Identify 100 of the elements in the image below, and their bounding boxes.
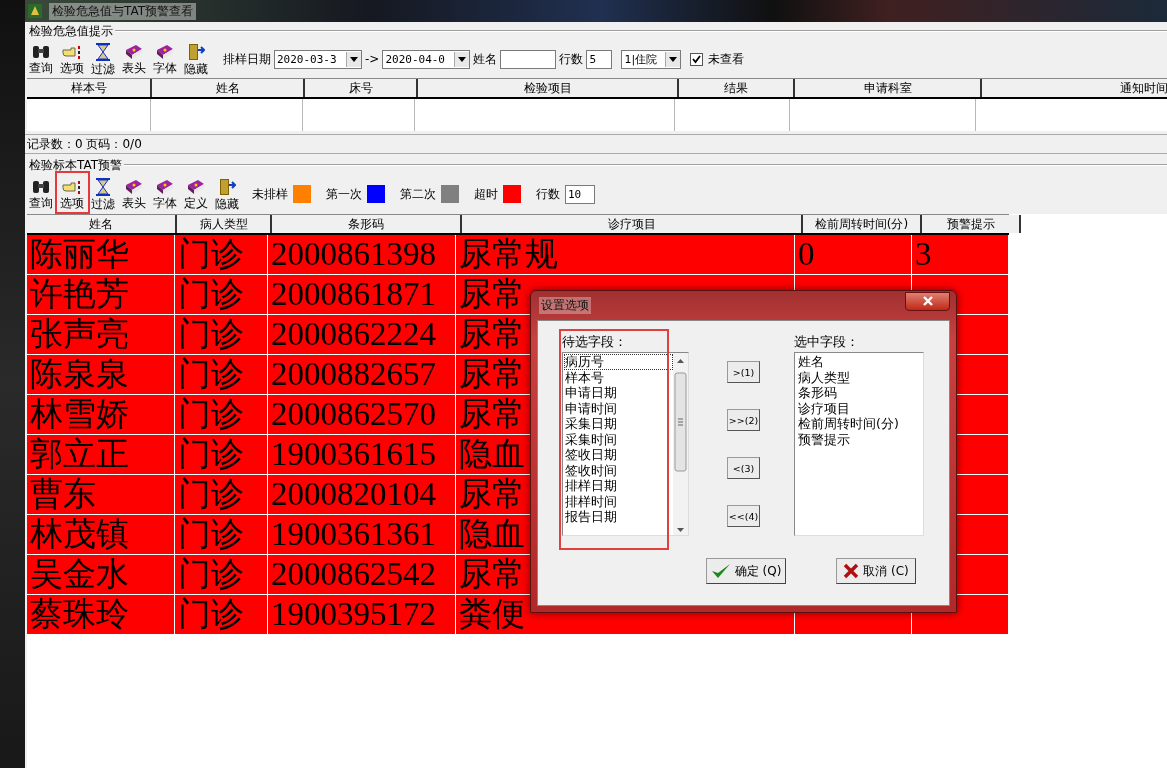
checkmark-icon [691, 53, 703, 65]
exit-door-icon [186, 42, 205, 61]
highlight-frame [55, 171, 90, 214]
hourglass-icon [94, 177, 111, 196]
toolbar-button[interactable]: 过滤 [87, 177, 118, 211]
legend-label: 未排样 [252, 185, 288, 203]
name-label: 姓名 [473, 50, 498, 68]
book-icon [123, 178, 144, 195]
column-header[interactable]: 预警提示 [922, 215, 1021, 233]
table-cell: 0 [798, 236, 815, 272]
column-header[interactable]: 检前周转时间(分) [803, 215, 922, 233]
list-item[interactable]: 姓名 [797, 354, 923, 370]
move-button[interactable]: >(1) [727, 361, 760, 383]
caret-icon [669, 56, 678, 62]
legend-label: 第一次 [326, 185, 362, 203]
column-header[interactable]: 姓名 [27, 215, 177, 233]
group-title: 检验危急值提示 [29, 22, 113, 40]
table-cell: 2000862570 [271, 396, 436, 432]
table-cell: 1900395172 [271, 596, 436, 632]
list-item[interactable]: 病历号 [564, 354, 673, 370]
date-to-field[interactable]: 2020-04-0 [382, 49, 471, 69]
toolbar-button[interactable]: 表头 [118, 178, 149, 210]
table-cell: 门诊 [178, 596, 244, 632]
rows-field[interactable]: 10 [565, 184, 595, 204]
rows-label: 行数 [536, 185, 560, 203]
move-button[interactable]: <(3) [727, 457, 760, 479]
list-item[interactable]: 诊疗项目 [797, 400, 923, 416]
table-cell: 尿常规 [459, 236, 558, 272]
available-fields-list[interactable]: 病历号 样本号 申请日期 申请时间 采集日期 采集时间 签收日期 签收时间 排样日期 排样时间 报告日期 [562, 352, 689, 536]
legend-label: 超时 [474, 185, 498, 203]
book-icon [154, 43, 175, 60]
close-button[interactable] [905, 291, 950, 311]
record-count: 记录数：0 页码：0/0 [27, 135, 142, 153]
toolbar-button[interactable]: 隐藏 [180, 42, 211, 76]
name-field[interactable] [500, 49, 557, 69]
toolbar-button[interactable]: 查询 [25, 43, 56, 75]
pointing-hand-icon [61, 178, 82, 195]
column-header[interactable]: 诊疗项目 [462, 215, 803, 233]
list-item[interactable]: 签收日期 [564, 447, 673, 463]
list-item[interactable]: 采集日期 [564, 416, 673, 432]
table-cell: 门诊 [178, 556, 244, 592]
selected-fields-list[interactable]: 姓名 病人类型 条形码 诊疗项目 检前周转时间(分) 预警提示 [794, 352, 924, 536]
table-cell: 粪便 [459, 596, 525, 632]
unviewed-checkbox[interactable]: 未查看 [690, 50, 745, 68]
range-arrow: -> [365, 52, 380, 66]
toolbar-button[interactable]: 字体 [149, 43, 180, 75]
scrollbar[interactable] [673, 353, 688, 535]
list-item[interactable]: 病人类型 [797, 369, 923, 385]
list-item[interactable]: 排样时间 [564, 493, 673, 509]
table-cell: 郭立正 [30, 436, 129, 472]
date-label: 排样日期 [223, 50, 271, 68]
toolbar-button[interactable]: 隐藏 [211, 177, 242, 211]
list-item[interactable]: 检前周转时间(分) [797, 416, 923, 432]
table-cell: 尿常 [459, 276, 525, 312]
selected-fields-label: 选中字段： [794, 333, 860, 350]
table-cell: 尿常 [459, 396, 525, 432]
move-button[interactable]: <<(4) [727, 505, 760, 527]
column-header[interactable]: 病人类型 [177, 215, 272, 233]
table-cell: 张声亮 [30, 316, 129, 352]
book-icon [154, 178, 175, 195]
cancel-button[interactable]: 取消 (C) [836, 558, 916, 584]
table-cell: 陈泉泉 [30, 356, 129, 392]
table-cell: 门诊 [178, 436, 244, 472]
table-cell: 门诊 [178, 516, 244, 552]
date-from-field[interactable]: 2020-03-3 [274, 49, 362, 69]
toolbar-button[interactable]: 选项 [56, 178, 87, 210]
table-cell: 尿常 [459, 556, 525, 592]
toolbar-button[interactable]: 定义 [180, 178, 211, 210]
table-cell: 门诊 [178, 476, 244, 512]
toolbar-button[interactable]: 过滤 [87, 42, 118, 76]
patient-type-dropdown[interactable]: 1|住院 [621, 49, 682, 69]
ok-button[interactable]: 确定 (Q) [706, 558, 786, 584]
caret-icon [458, 56, 467, 62]
toolbar-button[interactable]: 字体 [149, 178, 180, 210]
table-cell: 2000820104 [271, 476, 436, 512]
move-button[interactable]: >>(2) [727, 409, 760, 431]
table-cell: 隐血 [459, 436, 525, 472]
book-icon [185, 178, 206, 195]
binoculars-icon [30, 178, 51, 195]
list-item[interactable]: 样本号 [564, 369, 673, 385]
table-cell: 林茂镇 [30, 516, 129, 552]
legend-label: 第二次 [400, 185, 436, 203]
dialog-title: 设置选项 [539, 296, 591, 314]
table-cell: 林雪娇 [30, 396, 129, 432]
table-cell: 1900361361 [271, 516, 436, 552]
table-cell: 2000862542 [271, 556, 436, 592]
toolbar-button[interactable]: 选项 [56, 43, 87, 75]
column-header[interactable]: 条形码 [272, 215, 462, 233]
table-cell: 陈丽华 [30, 236, 129, 272]
list-item[interactable]: 排样日期 [564, 478, 673, 494]
table-cell: 门诊 [178, 316, 244, 352]
list-item[interactable]: 签收时间 [564, 462, 673, 478]
toolbar-button[interactable]: 表头 [118, 43, 149, 75]
list-item[interactable]: 申请时间 [564, 400, 673, 416]
table-cell: 许艳芳 [30, 276, 129, 312]
rows-field[interactable]: 5 [586, 49, 613, 69]
table-cell: 门诊 [178, 276, 244, 312]
table-row[interactable]: 陈丽华 门诊 2000861398 尿常规 0 3 [27, 235, 1009, 275]
toolbar-button[interactable]: 查询 [25, 178, 56, 210]
table-cell: 尿常 [459, 316, 525, 352]
